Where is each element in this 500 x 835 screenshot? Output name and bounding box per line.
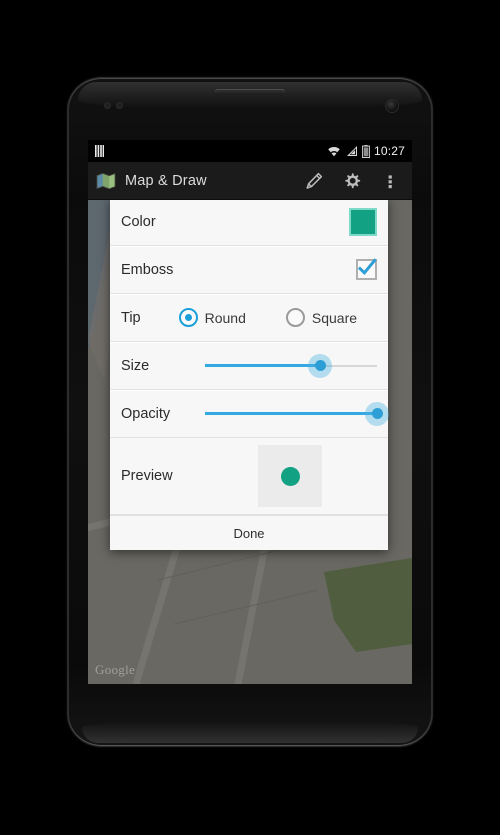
map-app-icon xyxy=(96,172,116,190)
preview-brush-dot xyxy=(280,466,300,486)
size-label: Size xyxy=(121,357,150,374)
size-row: Size xyxy=(110,342,388,390)
tip-option-round[interactable]: Round xyxy=(178,308,246,327)
cellular-signal-icon xyxy=(346,146,357,156)
sim-card-icon xyxy=(95,145,104,157)
brush-settings-dialog: Color Emboss Tip Round Square Size Opaci… xyxy=(110,200,389,550)
emboss-checkbox[interactable] xyxy=(356,258,377,280)
earpiece-speaker xyxy=(215,89,285,95)
color-swatch[interactable] xyxy=(349,207,377,236)
settings-button[interactable] xyxy=(342,171,362,191)
opacity-label: Opacity xyxy=(121,405,171,422)
bezel-top-highlight xyxy=(78,82,422,108)
action-bar: Map & Draw xyxy=(88,162,412,200)
color-row[interactable]: Color xyxy=(110,200,388,246)
draw-pencil-button[interactable] xyxy=(304,171,324,191)
overflow-menu-button[interactable] xyxy=(380,171,400,191)
opacity-row: Opacity xyxy=(110,390,389,438)
gear-icon xyxy=(345,173,361,189)
radio-square-icon xyxy=(285,308,305,327)
color-label: Color xyxy=(121,213,156,230)
opacity-slider-thumb[interactable] xyxy=(365,401,389,426)
status-bar-right: 10:27 xyxy=(327,144,405,158)
proximity-sensor-icon xyxy=(104,102,111,109)
pencil-icon xyxy=(306,172,323,189)
phone-device: 10:27 Map & Draw Google Color Emboss Tip… xyxy=(68,78,432,746)
size-slider-thumb[interactable] xyxy=(308,353,333,378)
done-button[interactable]: Done xyxy=(110,515,388,550)
light-sensor-icon xyxy=(116,102,123,109)
status-bar: 10:27 xyxy=(88,140,412,162)
done-button-label: Done xyxy=(233,525,265,541)
tip-option-square[interactable]: Square xyxy=(285,308,358,327)
size-slider-fill xyxy=(205,364,321,367)
size-slider[interactable] xyxy=(205,351,377,381)
preview-swatch xyxy=(258,445,322,507)
opacity-slider-fill xyxy=(205,412,377,415)
preview-label: Preview xyxy=(121,468,173,484)
tip-option-square-label: Square xyxy=(311,309,358,326)
emboss-label: Emboss xyxy=(121,261,174,278)
google-watermark: Google xyxy=(95,662,136,677)
bezel-bottom-highlight xyxy=(82,721,418,743)
action-bar-buttons xyxy=(304,171,404,191)
battery-icon xyxy=(361,144,370,158)
emboss-row[interactable]: Emboss xyxy=(110,246,388,294)
tip-row: Tip Round Square xyxy=(110,294,388,342)
wifi-icon xyxy=(328,147,340,157)
status-bar-left xyxy=(95,145,104,157)
status-bar-clock: 10:27 xyxy=(373,144,405,158)
tip-label: Tip xyxy=(121,309,141,326)
front-camera-icon xyxy=(386,100,398,112)
app-title: Map & Draw xyxy=(125,173,207,189)
radio-round-icon xyxy=(178,308,198,327)
tip-options: Round Square xyxy=(178,308,358,327)
phone-screen: 10:27 Map & Draw Google Color Emboss Tip… xyxy=(88,140,412,684)
opacity-slider[interactable] xyxy=(205,399,389,429)
three-dots-icon xyxy=(388,175,392,189)
tip-option-round-label: Round xyxy=(204,309,246,326)
screenshot-stage: 10:27 Map & Draw Google Color Emboss Tip… xyxy=(0,0,500,835)
checkmark-icon xyxy=(357,258,377,276)
map-content-area[interactable]: Google Color Emboss Tip Round Square Siz… xyxy=(88,200,412,684)
preview-row: Preview xyxy=(110,438,388,515)
